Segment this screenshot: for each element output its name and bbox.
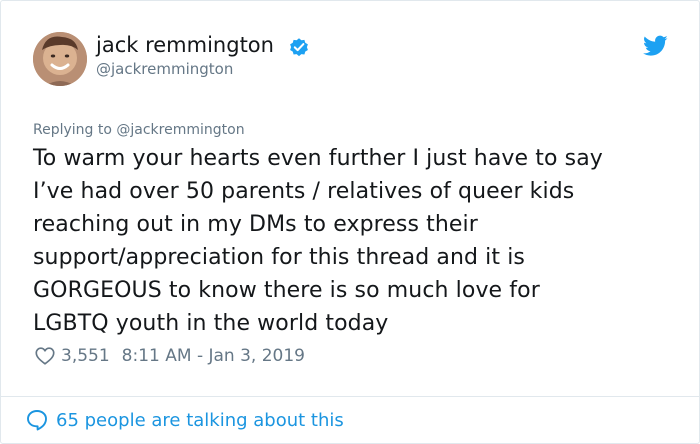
- twitter-bird-icon[interactable]: [643, 35, 668, 57]
- tweet-text-line: reaching out in my DMs to express their: [33, 212, 478, 237]
- author-handle[interactable]: @jackremmington: [96, 59, 233, 79]
- tweet-text: To warm your hearts even further I just …: [33, 142, 673, 340]
- tweet-card: jack remmington @jackremmington Replying…: [0, 0, 700, 444]
- verified-badge-icon: [290, 38, 308, 57]
- divider: [1, 396, 699, 397]
- like-count[interactable]: 3,551: [61, 346, 110, 366]
- tweet-text-line: support/appreciation for this thread and…: [33, 245, 525, 270]
- author-name[interactable]: jack remmington: [96, 32, 274, 58]
- tweet-timestamp[interactable]: 8:11 AM - Jan 3, 2019: [122, 346, 305, 366]
- conversation-label[interactable]: 65 people are talking about this: [56, 410, 344, 431]
- replying-to-label[interactable]: Replying to @jackremmington: [33, 121, 245, 139]
- tweet-text-line: LGBTQ youth in the world today: [33, 311, 389, 336]
- heart-icon[interactable]: [34, 345, 56, 367]
- avatar-image: [33, 32, 87, 86]
- tweet-text-line: GORGEOUS to know there is so much love f…: [33, 278, 540, 303]
- conversation-link[interactable]: 65 people are talking about this: [25, 406, 344, 434]
- tweet-meta: 3,551 8:11 AM - Jan 3, 2019: [34, 344, 305, 368]
- tweet-text-line: I’ve had over 50 parents / relatives of …: [33, 179, 575, 204]
- tweet-text-line: To warm your hearts even further I just …: [33, 146, 603, 171]
- avatar[interactable]: [33, 32, 87, 86]
- speech-bubble-icon: [27, 410, 47, 431]
